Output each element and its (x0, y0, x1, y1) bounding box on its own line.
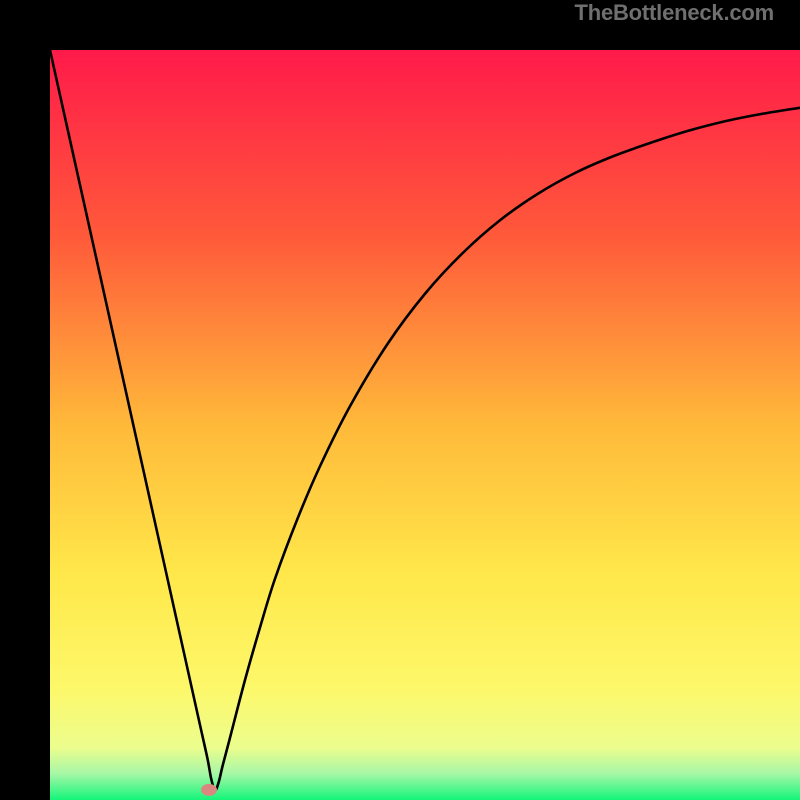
bottleneck-chart (50, 50, 800, 800)
gradient-background (50, 50, 800, 800)
optimal-marker (201, 784, 217, 796)
watermark-text: TheBottleneck.com (574, 0, 774, 26)
chart-frame (25, 25, 775, 775)
